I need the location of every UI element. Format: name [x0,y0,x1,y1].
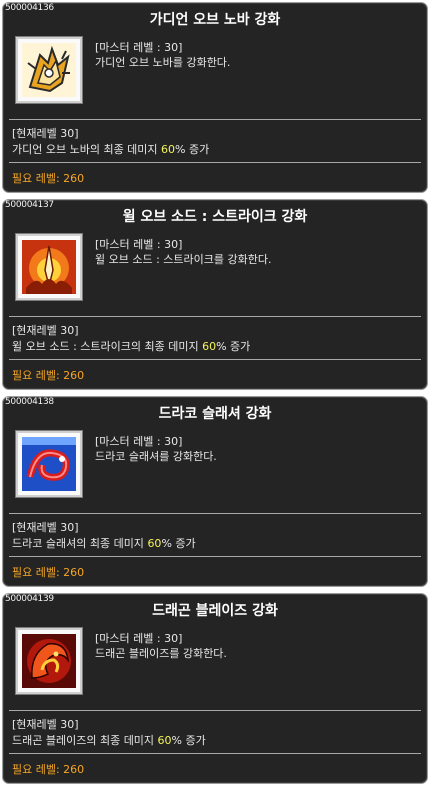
skill-name: 드라코 슬래셔 강화 [158,406,272,422]
current-level: [현재레벨 30] [12,324,79,337]
skill-description: 가디언 오브 노바를 강화한다. [95,56,231,69]
effect-suffix: % 증가 [216,340,251,353]
skill-tooltip-will-of-sword-strike: 500004137 윌 오브 소드 : 스트라이크 강화 [마스터 레벨 : 3… [2,199,428,390]
effect-prefix: 드라코 슬래셔의 최종 데미지 [12,537,148,550]
skill-description: 드래곤 블레이즈를 강화한다. [95,647,227,660]
required-level: 필요 레벨: 260 [12,566,85,579]
required-level: 필요 레벨: 260 [12,172,85,185]
effect-value: 60 [202,340,217,353]
effect-text: 드래곤 블레이즈의 최종 데미지 60% 증가 [12,732,206,748]
effect-text: 윌 오브 소드 : 스트라이크의 최종 데미지 60% 증가 [12,338,250,354]
master-level: [마스터 레벨 : 30] [95,238,183,251]
required-level: 필요 레벨: 260 [12,763,85,776]
skill-name: 드래곤 블레이즈 강화 [152,603,278,619]
divider [9,710,421,711]
will-of-sword-strike-skill-icon [15,233,83,301]
skill-name: 윌 오브 소드 : 스트라이크 강화 [122,209,308,225]
effect-value: 60 [157,734,172,747]
effect-text: 가디언 오브 노바의 최종 데미지 60% 증가 [12,141,209,157]
dragon-blaze-skill-icon [15,627,83,695]
skill-description: 드라코 슬래셔를 강화한다. [95,450,217,463]
master-level: [마스터 레벨 : 30] [95,435,183,448]
skill-tooltip-dragon-blaze: 500004139 드래곤 블레이즈 강화 [마스터 레벨 : 30] 드래곤 … [2,593,428,784]
effect-suffix: % 증가 [175,143,210,156]
master-level: [마스터 레벨 : 30] [95,41,183,54]
divider [9,359,421,360]
current-level: [현재레벨 30] [12,718,79,731]
master-level: [마스터 레벨 : 30] [95,632,183,645]
effect-text: 드라코 슬래셔의 최종 데미지 60% 증가 [12,535,196,551]
effect-prefix: 가디언 오브 노바의 최종 데미지 [12,143,162,156]
current-level: [현재레벨 30] [12,521,79,534]
effect-value: 60 [161,143,176,156]
current-level: [현재레벨 30] [12,127,79,140]
guardian-of-nova-skill-icon [15,36,83,104]
effect-suffix: % 증가 [171,734,206,747]
skill-name: 가디언 오브 노바 강화 [149,12,281,28]
draco-slasher-skill-icon [15,430,83,498]
required-level: 필요 레벨: 260 [12,369,85,382]
effect-value: 60 [147,537,162,550]
divider [9,162,421,163]
divider [9,513,421,514]
effect-prefix: 드래곤 블레이즈의 최종 데미지 [12,734,158,747]
skill-tooltip-guardian-of-nova: 500004136 가디언 오브 노바 강화 [마스터 레벨 : 30] 가디언… [2,2,428,193]
divider [9,556,421,557]
divider [9,753,421,754]
skill-tooltip-draco-slasher: 500004138 드라코 슬래셔 강화 [마스터 레벨 : 30] 드라코 슬… [2,396,428,587]
skill-description: 윌 오브 소드 : 스트라이크를 강화한다. [95,253,272,266]
effect-suffix: % 증가 [161,537,196,550]
effect-prefix: 윌 오브 소드 : 스트라이크의 최종 데미지 [12,340,203,353]
divider [9,316,421,317]
divider [9,119,421,120]
